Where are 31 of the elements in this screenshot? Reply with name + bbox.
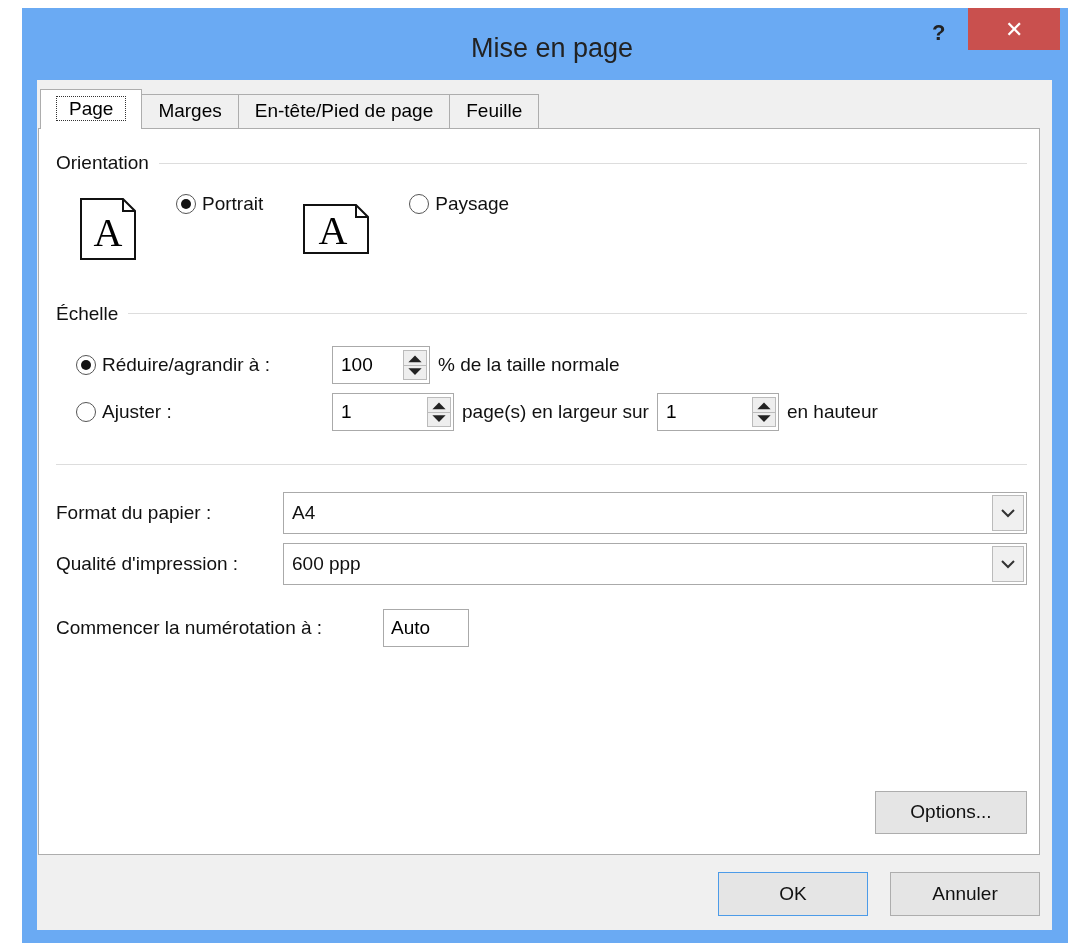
number-spinner[interactable]: 1 (656, 393, 779, 431)
spin-buttons[interactable] (403, 350, 427, 380)
field-label: Commencer la numérotation à : (56, 615, 324, 640)
radio-button[interactable]: Portrait (176, 189, 264, 218)
number-spinner[interactable]: 100 (332, 346, 430, 384)
dropdown-field[interactable]: 600 ppp (283, 543, 1027, 585)
cancel-button[interactable]: Annuler (890, 872, 1040, 916)
tab[interactable]: Feuille (449, 94, 540, 128)
field-label: Qualité d'impression : (56, 551, 240, 576)
dropdown-field[interactable]: A4 (283, 492, 1027, 534)
group-title: Orientation (56, 151, 149, 175)
radio-button[interactable]: Ajuster : (76, 397, 332, 427)
field-label: Format du papier : (56, 500, 213, 525)
radio-button[interactable]: Paysage (409, 189, 510, 218)
close-button[interactable]: ✕ (968, 8, 1060, 50)
input-field[interactable]: Auto (383, 609, 469, 647)
options-button[interactable]: Options... (875, 791, 1027, 834)
radio-button[interactable]: Réduire/agrandir à : (76, 350, 332, 380)
help-button[interactable]: ? (932, 16, 946, 49)
spin-buttons[interactable] (751, 397, 776, 427)
unit-label: % de la taille normale (438, 352, 620, 377)
tab[interactable]: Page (40, 89, 143, 129)
number-spinner[interactable]: 1 (332, 393, 454, 431)
ok-button[interactable]: OK (718, 872, 868, 916)
unit-label: page(s) en largeur sur (462, 399, 649, 424)
chevron-down-icon[interactable] (1001, 559, 1015, 569)
spin-buttons[interactable] (427, 397, 451, 427)
group-title: Échelle (56, 301, 119, 326)
chevron-down-icon[interactable] (1001, 508, 1015, 518)
window-title: Mise en page (470, 32, 634, 65)
unit-label: en hauteur (786, 399, 878, 424)
